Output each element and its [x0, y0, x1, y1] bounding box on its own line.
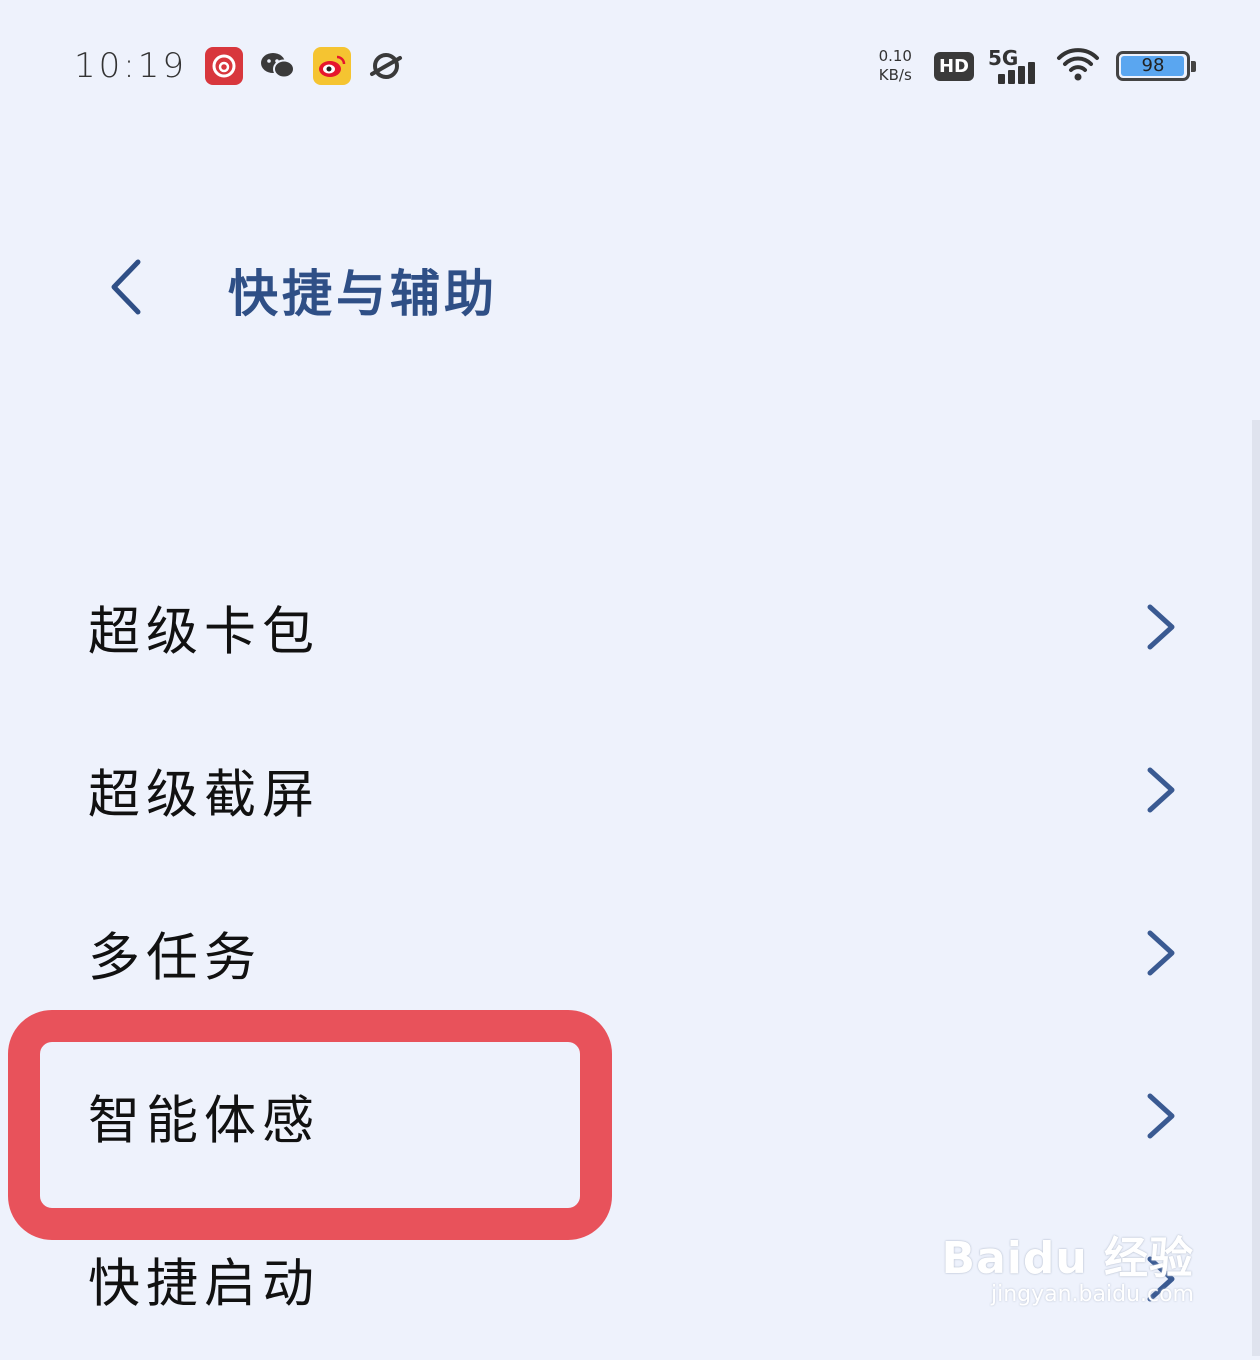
chevron-right-icon: [1147, 604, 1175, 649]
wifi-icon: [1056, 46, 1100, 86]
chevron-left-icon: [111, 259, 141, 315]
menu-item-super-screenshot[interactable]: 超级截屏: [0, 708, 1260, 871]
scrollbar-track: [1252, 420, 1260, 1356]
back-button[interactable]: [96, 254, 156, 320]
cellular-signal-icon: 5G: [988, 46, 1042, 86]
netease-music-icon: [204, 47, 243, 85]
menu-item-super-card-wallet[interactable]: 超级卡包: [0, 545, 1260, 708]
chevron-right-icon: [1147, 930, 1175, 975]
network-speed-unit: KB/s: [878, 66, 912, 84]
status-left: 10:19: [74, 40, 421, 92]
status-right: 0.10 KB/s HD 5G 98: [879, 40, 1196, 92]
page-title: 快捷与辅助: [228, 265, 498, 323]
chevron-right-icon: [1147, 767, 1175, 812]
menu-item-label: 智能体感: [88, 1091, 321, 1151]
clock: 10:19: [74, 46, 187, 86]
page-header: 快捷与辅助: [0, 240, 1260, 330]
planet-icon: [367, 47, 405, 85]
network-speed-value: 0.10: [878, 47, 912, 65]
menu-item-label: 快捷启动: [88, 1254, 321, 1314]
menu-item-multitask[interactable]: 多任务: [0, 871, 1260, 1034]
wechat-icon: [259, 47, 297, 85]
menu-item-label: 超级截屏: [88, 765, 321, 825]
chevron-right-icon: [1147, 1093, 1175, 1138]
watermark-logo: Baidu 经验: [941, 1233, 1194, 1284]
hd-badge: HD: [933, 51, 974, 81]
status-bar: 10:19 0.10 KB/s HD 5G 98: [0, 0, 1260, 130]
network-speed: 0.10 KB/s: [879, 47, 912, 85]
weibo-icon: [312, 47, 351, 85]
menu-item-smart-motion[interactable]: 智能体感: [0, 1034, 1260, 1197]
battery-level: 98: [1141, 55, 1165, 76]
watermark: Baidu 经验 jingyan.baidu.com: [942, 1222, 1194, 1307]
battery-icon: 98: [1116, 51, 1196, 81]
menu-item-label: 多任务: [88, 928, 263, 988]
menu-item-label: 超级卡包: [88, 602, 321, 662]
